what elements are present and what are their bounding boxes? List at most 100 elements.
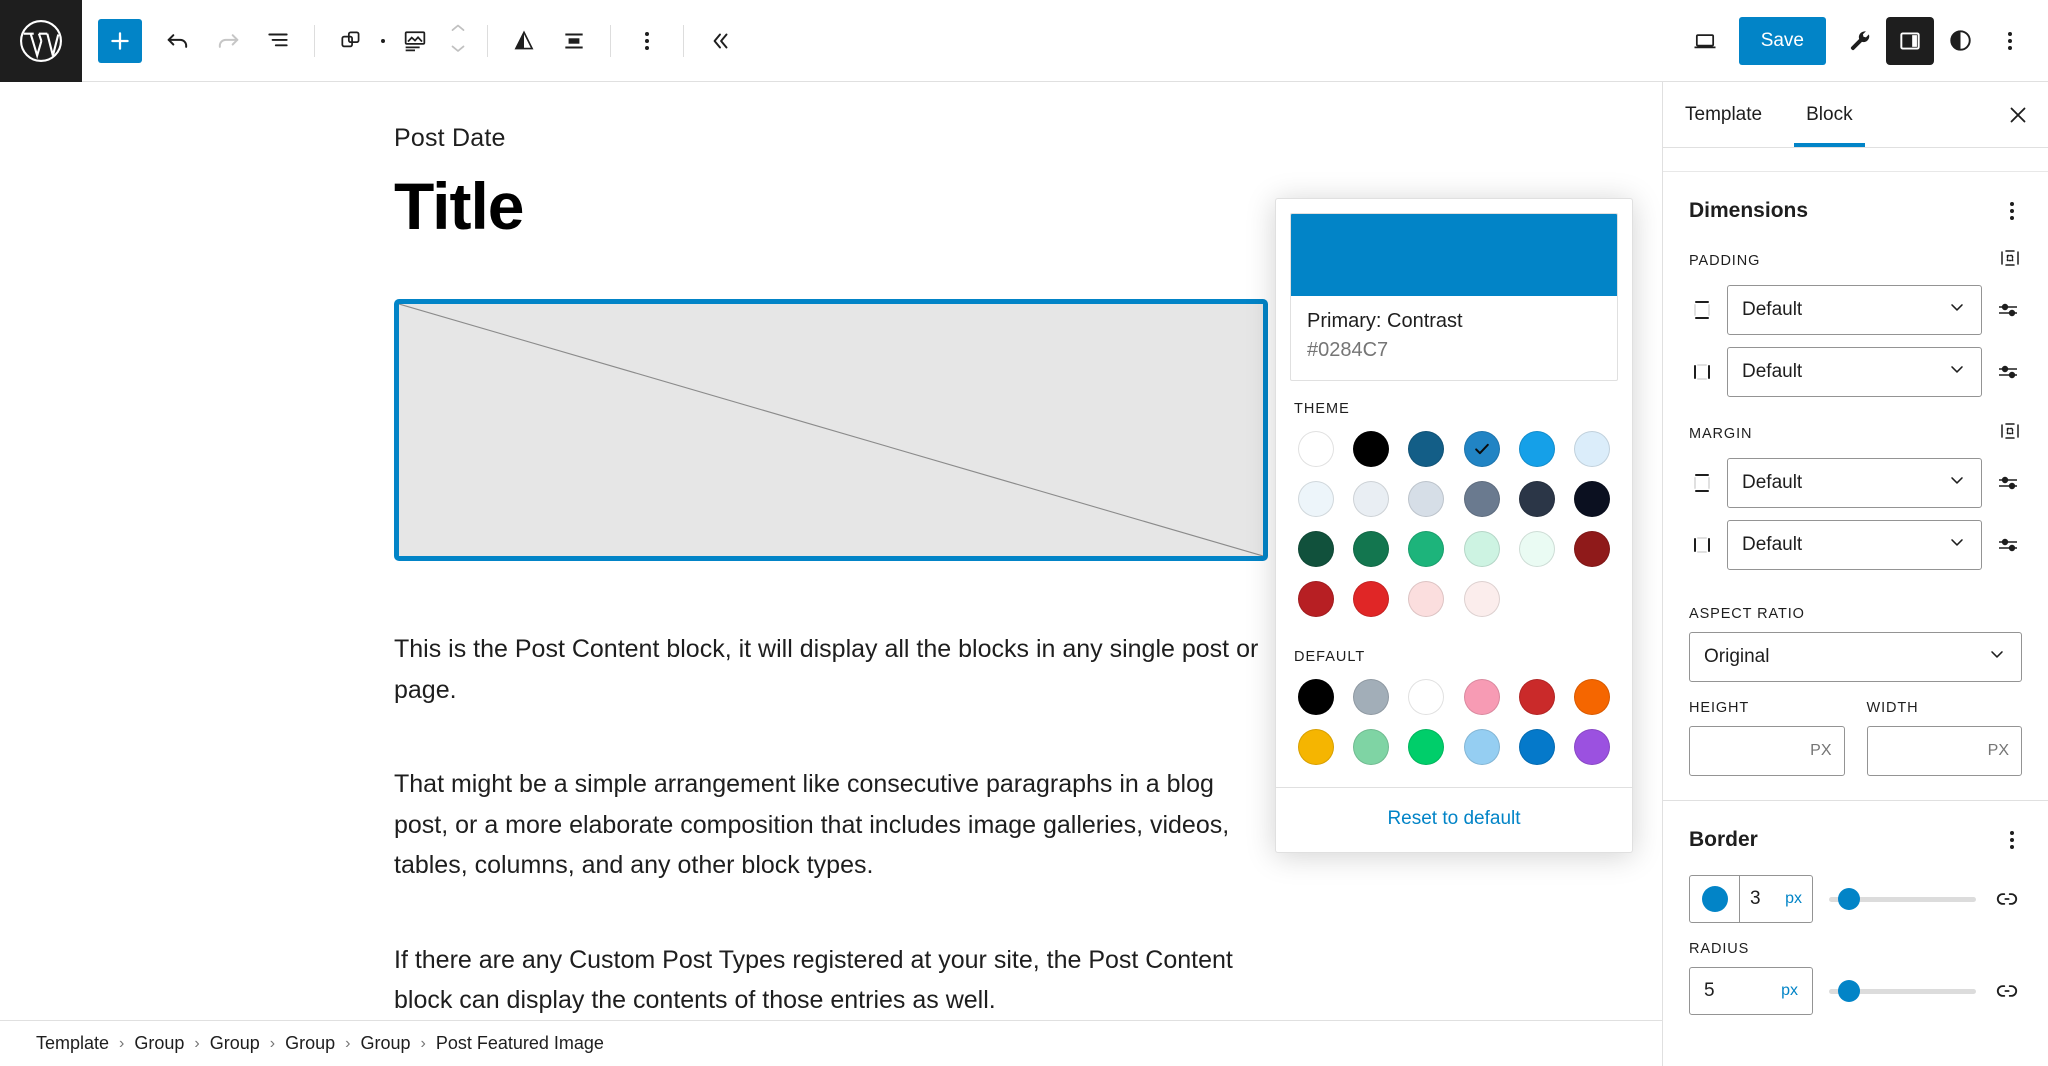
add-block-button[interactable] — [98, 18, 142, 63]
theme-swatch-neutral-darkest[interactable] — [1574, 481, 1611, 517]
post-date-block[interactable]: Post Date — [394, 124, 1662, 153]
padding-vertical-sliders-icon[interactable] — [1994, 298, 2022, 322]
move-updown-button[interactable] — [441, 17, 475, 65]
kebab-vertical-icon — [637, 24, 657, 58]
margin-horizontal-sliders-icon[interactable] — [1994, 533, 2022, 557]
image-block-icon[interactable] — [391, 17, 439, 65]
default-swatch-pale-cyan-blue[interactable] — [1463, 729, 1500, 765]
padding-link-sides-icon[interactable] — [1998, 246, 2022, 275]
theme-swatch-neutral-dark[interactable] — [1518, 481, 1555, 517]
slider-thumb[interactable] — [1837, 980, 1860, 1002]
laptop-preview-icon[interactable] — [1681, 17, 1729, 65]
theme-swatch-secondary[interactable] — [1352, 531, 1389, 567]
border-radius-input[interactable]: 5 px — [1689, 967, 1813, 1015]
width-input[interactable]: PX — [1866, 726, 2022, 776]
block-options-button[interactable] — [623, 17, 671, 65]
breadcrumb-item-group[interactable]: Group — [134, 1033, 184, 1054]
default-swatch-luminous-vivid-orange[interactable] — [1574, 679, 1611, 715]
post-content-paragraph[interactable]: That might be a simple arrangement like … — [394, 764, 1274, 886]
default-swatch-light-green-cyan[interactable] — [1352, 729, 1389, 765]
radius-link-unlinked-icon[interactable] — [1992, 978, 2022, 1004]
border-options-button[interactable] — [2002, 823, 2022, 857]
margin-label-row: MARGIN — [1689, 419, 2022, 448]
double-chevron-left-icon[interactable] — [696, 17, 744, 65]
padding-horizontal-select[interactable]: Default — [1727, 347, 1982, 397]
margin-label: MARGIN — [1689, 425, 1753, 442]
theme-swatch-base-2[interactable] — [1297, 481, 1334, 517]
height-input[interactable]: PX — [1689, 726, 1845, 776]
dimensions-options-button[interactable] — [2002, 194, 2022, 228]
wrench-icon[interactable] — [1836, 17, 1884, 65]
margin-vertical-sliders-icon[interactable] — [1994, 471, 2022, 495]
post-featured-image-block[interactable] — [394, 299, 1268, 561]
padding-horizontal-sliders-icon[interactable] — [1994, 360, 2022, 384]
theme-swatch-primary-accent[interactable] — [1518, 431, 1555, 467]
sidebar-partial-panel-top — [1663, 148, 2048, 172]
reset-to-default-button[interactable]: Reset to default — [1276, 788, 1632, 852]
breadcrumb-item-group[interactable]: Group — [285, 1033, 335, 1054]
padding-label: PADDING — [1689, 252, 1761, 269]
width-unit: PX — [1987, 742, 2009, 759]
breadcrumb-item-group[interactable]: Group — [210, 1033, 260, 1054]
list-view-button[interactable] — [254, 17, 302, 65]
border-width-slider[interactable] — [1829, 888, 1976, 910]
theme-swatch-secondary-light[interactable] — [1463, 531, 1500, 567]
sidebar-panel-icon[interactable] — [1886, 16, 1934, 65]
sidebar-scroll-region[interactable]: Dimensions PADDING Default Default MARGI… — [1663, 148, 2048, 1066]
redo-button[interactable] — [204, 17, 252, 65]
theme-swatch-tertiary-dark[interactable] — [1574, 531, 1611, 567]
save-button[interactable]: Save — [1738, 16, 1826, 65]
tab-block[interactable]: Block — [1784, 82, 1874, 147]
border-color-swatch-button[interactable] — [1690, 876, 1740, 922]
margin-horizontal-select[interactable]: Default — [1727, 520, 1982, 570]
default-swatch-cyan-bluish-gray[interactable] — [1352, 679, 1389, 715]
margin-vertical-select[interactable]: Default — [1727, 458, 1982, 508]
border-radius-slider[interactable] — [1829, 980, 1976, 1002]
group-blocks-icon[interactable] — [327, 17, 375, 65]
border-width-input[interactable]: 3 px — [1740, 876, 1812, 922]
editor-top-toolbar: Save — [0, 0, 2048, 82]
theme-swatch-primary[interactable] — [1408, 431, 1445, 467]
breadcrumb-item-group[interactable]: Group — [360, 1033, 410, 1054]
contrast-circle-icon[interactable] — [1936, 17, 1984, 65]
theme-swatch-contrast[interactable] — [1352, 431, 1389, 467]
breadcrumb-item-template[interactable]: Template — [36, 1033, 109, 1054]
undo-button[interactable] — [154, 17, 202, 65]
theme-swatch-base[interactable] — [1297, 431, 1334, 467]
slider-thumb[interactable] — [1837, 888, 1860, 910]
default-swatch-pale-pink[interactable] — [1463, 679, 1500, 715]
breadcrumb-item-post-featured-image[interactable]: Post Featured Image — [436, 1033, 604, 1054]
theme-palette-title: THEME — [1294, 401, 1350, 417]
theme-swatch-primary-contrast[interactable] — [1463, 431, 1500, 467]
default-swatch-white[interactable] — [1408, 679, 1445, 715]
default-swatch-vivid-cyan-blue[interactable] — [1518, 729, 1555, 765]
theme-swatch-tertiary-lightest[interactable] — [1463, 581, 1500, 617]
theme-swatch-base-3[interactable] — [1352, 481, 1389, 517]
padding-vertical-select[interactable]: Default — [1727, 285, 1982, 335]
border-link-unlinked-icon[interactable] — [1992, 886, 2022, 912]
align-center-icon[interactable] — [550, 17, 598, 65]
default-swatch-luminous-vivid-amber[interactable] — [1297, 729, 1334, 765]
wordpress-logo-icon[interactable] — [0, 0, 82, 82]
duotone-triangle-icon[interactable] — [500, 17, 548, 65]
theme-swatch-neutral[interactable] — [1463, 481, 1500, 517]
theme-swatch-secondary-accent[interactable] — [1408, 531, 1445, 567]
aspect-ratio-select[interactable]: Original — [1689, 632, 2022, 682]
theme-swatch-primary-light[interactable] — [1574, 431, 1611, 467]
default-swatch-black[interactable] — [1297, 679, 1334, 715]
default-swatch-vivid-red[interactable] — [1518, 679, 1555, 715]
default-swatch-vivid-green-cyan[interactable] — [1408, 729, 1445, 765]
theme-swatch-tertiary-accent[interactable] — [1352, 581, 1389, 617]
default-swatch-vivid-purple[interactable] — [1574, 729, 1611, 765]
tab-template[interactable]: Template — [1663, 82, 1784, 147]
margin-link-sides-icon[interactable] — [1998, 419, 2022, 448]
close-x-icon[interactable] — [1988, 82, 2048, 147]
theme-swatch-base-4[interactable] — [1408, 481, 1445, 517]
theme-swatch-tertiary-light[interactable] — [1408, 581, 1445, 617]
post-content-paragraph[interactable]: If there are any Custom Post Types regis… — [394, 940, 1274, 1021]
post-content-paragraph[interactable]: This is the Post Content block, it will … — [394, 629, 1274, 710]
theme-swatch-tertiary[interactable] — [1297, 581, 1334, 617]
theme-swatch-secondary-dark[interactable] — [1297, 531, 1334, 567]
more-options-button[interactable] — [1986, 17, 2034, 65]
theme-swatch-secondary-lightest[interactable] — [1518, 531, 1555, 567]
